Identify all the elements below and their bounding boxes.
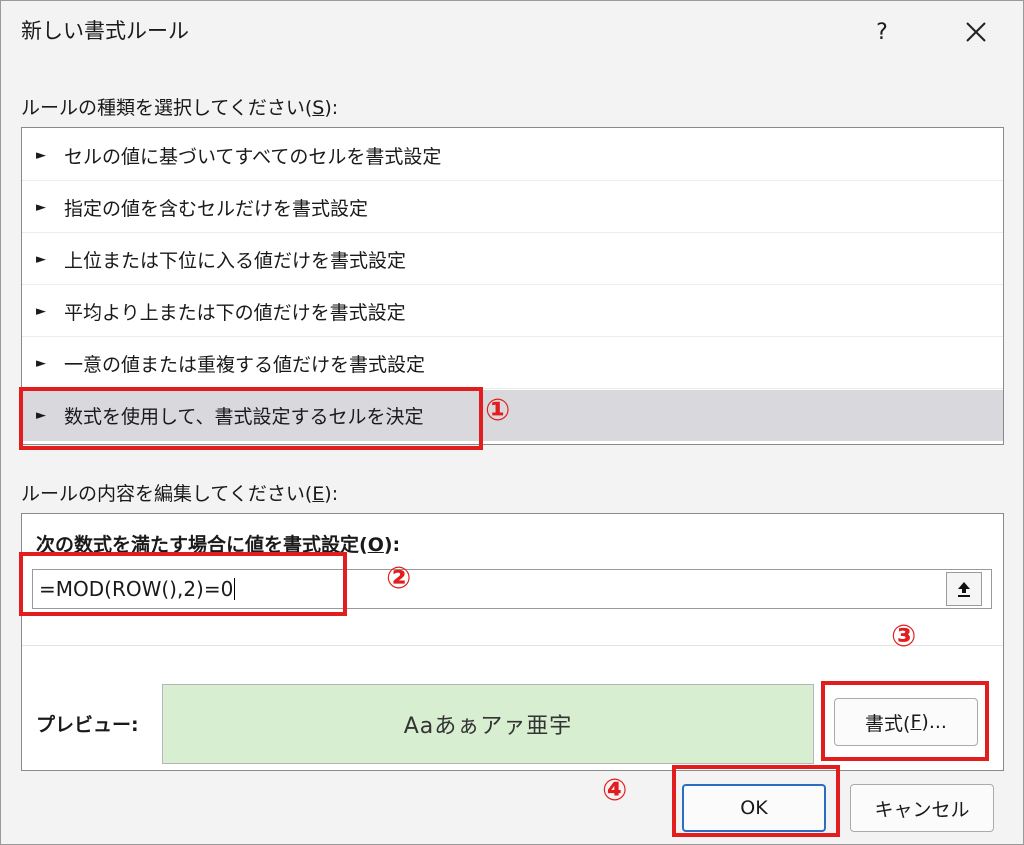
rule-description-label: ルールの内容を編集してください(E): xyxy=(21,479,338,506)
close-button[interactable] xyxy=(951,9,1001,55)
rule-type-item-label: 指定の値を含むセルだけを書式設定 xyxy=(64,197,369,220)
collapse-dialog-button[interactable] xyxy=(946,572,982,606)
rule-type-item[interactable]: ► 上位または下位に入る値だけを書式設定 xyxy=(22,234,1003,285)
step-marker-3: ③ xyxy=(891,619,917,654)
preview-box: Aaあぁアァ亜宇 xyxy=(162,684,814,764)
rule-type-item-label: セルの値に基づいてすべてのセルを書式設定 xyxy=(64,145,442,168)
rule-type-item-label: 一意の値または重複する値だけを書式設定 xyxy=(64,353,426,376)
rule-desc-label-text: ルールの内容を編集してください( xyxy=(21,483,313,505)
preview-label: プレビュー: xyxy=(36,714,139,736)
rule-type-label-text: ルールの種類を選択してください( xyxy=(21,97,313,119)
step-marker-4: ④ xyxy=(602,773,628,808)
highlight-box-3 xyxy=(821,681,989,761)
rule-type-item-label: 平均より上または下の値だけを書式設定 xyxy=(64,301,406,324)
formula-accesskey: O xyxy=(367,534,384,556)
rule-type-label-end: ): xyxy=(324,97,339,119)
rule-type-label: ルールの種類を選択してください(S): xyxy=(21,93,338,120)
rule-type-item[interactable]: ► 平均より上または下の値だけを書式設定 xyxy=(22,286,1003,337)
close-icon xyxy=(966,22,986,42)
bullet-arrow-icon: ► xyxy=(36,147,46,163)
bullet-arrow-icon: ► xyxy=(36,303,46,319)
rule-type-item[interactable]: ► 指定の値を含むセルだけを書式設定 xyxy=(22,182,1003,233)
dialog-title: 新しい書式ルール xyxy=(21,19,189,43)
bullet-arrow-icon: ► xyxy=(36,355,46,371)
formula-label-end: ): xyxy=(383,534,401,556)
highlight-box-4 xyxy=(672,765,840,837)
rule-type-item-label: 上位または下位に入る値だけを書式設定 xyxy=(64,249,407,272)
bullet-arrow-icon: ► xyxy=(36,251,46,267)
panel-divider xyxy=(22,645,1003,646)
rule-desc-accesskey: E xyxy=(312,483,325,505)
highlight-box-1 xyxy=(19,387,483,450)
bullet-arrow-icon: ► xyxy=(36,199,46,215)
rule-type-item[interactable]: ► セルの値に基づいてすべてのセルを書式設定 xyxy=(22,130,1003,181)
rule-type-accesskey: S xyxy=(312,97,325,119)
title-bar: 新しい書式ルール ? xyxy=(1,1,1023,65)
help-button[interactable]: ? xyxy=(859,9,905,55)
new-format-rule-dialog: 新しい書式ルール ? ルールの種類を選択してください(S): ► セルの値に基づ… xyxy=(0,0,1024,845)
rule-desc-label-end: ): xyxy=(324,483,339,505)
step-marker-1: ① xyxy=(485,393,511,428)
step-marker-2: ② xyxy=(386,561,412,596)
cancel-button[interactable]: キャンセル xyxy=(850,784,994,832)
highlight-box-2 xyxy=(19,552,347,616)
rule-type-item[interactable]: ► 一意の値または重複する値だけを書式設定 xyxy=(22,338,1003,389)
collapse-dialog-icon xyxy=(958,582,970,597)
preview-text: Aaあぁアァ亜宇 xyxy=(403,714,573,739)
